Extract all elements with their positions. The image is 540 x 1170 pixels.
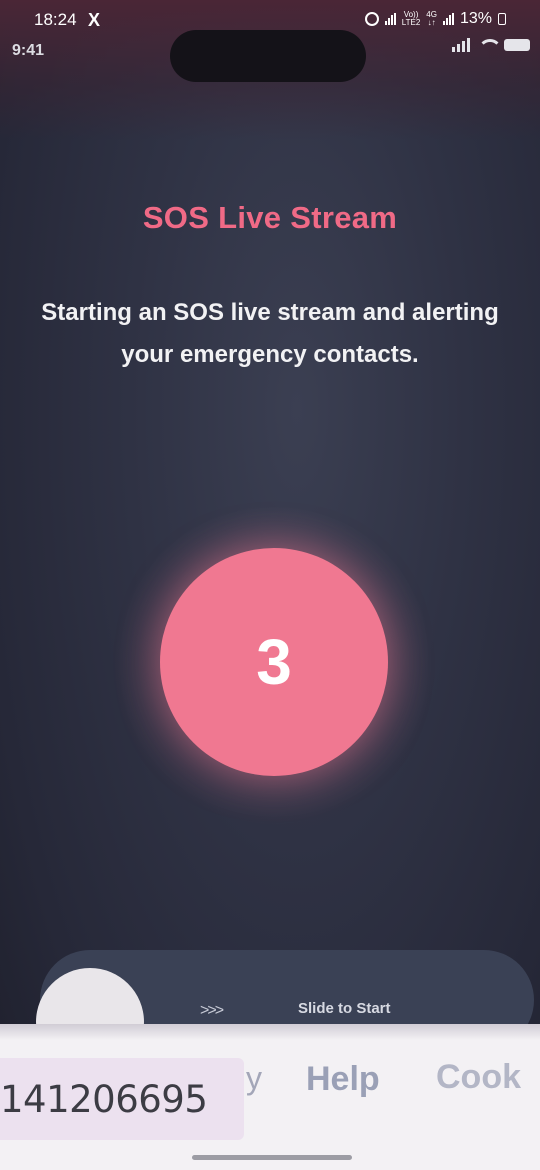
wifi-icon <box>478 39 502 51</box>
page-title: SOS Live Stream <box>142 200 398 235</box>
network-label: Vo)) LTE2 <box>402 11 421 27</box>
nav-link-help[interactable]: Help <box>306 1060 380 1099</box>
sos-screen: 18:24 X Vo)) LTE2 4G ↓↑ 13% 9:41 SOS Liv… <box>0 0 540 1170</box>
network-gen-label: 4G ↓↑ <box>426 11 437 27</box>
inner-battery-icon <box>504 39 530 51</box>
slider-label: Slide to Start <box>298 1000 391 1017</box>
id-text: 141206695 <box>0 1078 208 1121</box>
nav-link-partial[interactable]: y <box>246 1060 262 1097</box>
signal-icon <box>384 13 396 25</box>
inner-status-right <box>452 38 530 52</box>
outer-status-time: 18:24 <box>34 10 77 29</box>
battery-icon <box>498 13 506 25</box>
home-indicator <box>192 1155 352 1160</box>
nav-link-cookies[interactable]: Cook <box>436 1058 521 1097</box>
page-subtitle: Starting an SOS live stream and alerting… <box>41 299 499 368</box>
outer-status-right: Vo)) LTE2 4G ↓↑ 13% <box>364 10 506 28</box>
alarm-icon <box>364 12 379 26</box>
network-bottom-label: LTE2 <box>401 18 421 27</box>
x-logo-icon: X <box>88 10 101 30</box>
countdown-circle: 3 <box>160 548 388 776</box>
countdown-number: 3 <box>256 626 292 698</box>
battery-percent: 13% <box>459 10 492 27</box>
dynamic-island <box>170 30 366 82</box>
inner-signal-icon <box>452 38 470 52</box>
network-gen-bottom: ↓↑ <box>427 18 436 27</box>
slider-arrows-icon: >>> <box>200 1002 224 1019</box>
inner-status-time: 9:41 <box>12 42 45 59</box>
signal-icon-2 <box>442 13 454 25</box>
